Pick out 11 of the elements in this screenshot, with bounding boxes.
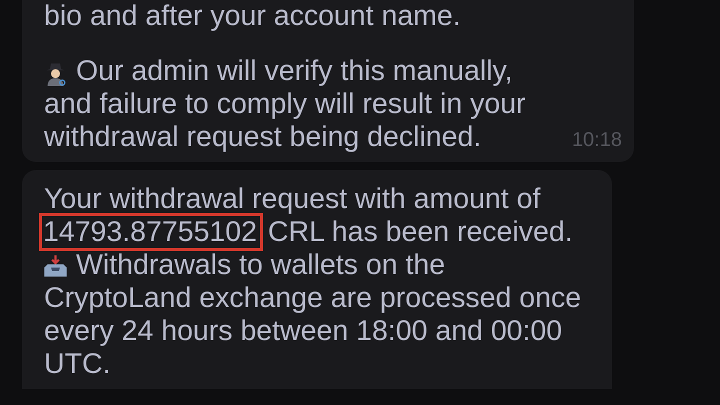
message-time: 10:18 xyxy=(572,128,622,153)
highlight-frame: 14793.87755102 xyxy=(42,216,260,248)
message-line: bio and after your account name. xyxy=(44,0,461,33)
message-text: Your withdrawal request with amount of 14793.87755102 CRL has been received. xyxy=(44,183,590,249)
message-line: Our admin will verify this manually, xyxy=(76,55,513,88)
message-line: and failure to comply will result in your xyxy=(44,88,526,121)
message-line: every 24 hours between 18:00 and 00:00 xyxy=(44,315,562,348)
message-line: withdrawal request being declined. xyxy=(44,121,482,154)
message-line: Withdrawals to wallets on the xyxy=(76,249,446,282)
message-line: CryptoLand exchange are processed once xyxy=(44,282,582,315)
message-line: UTC. xyxy=(44,348,110,381)
